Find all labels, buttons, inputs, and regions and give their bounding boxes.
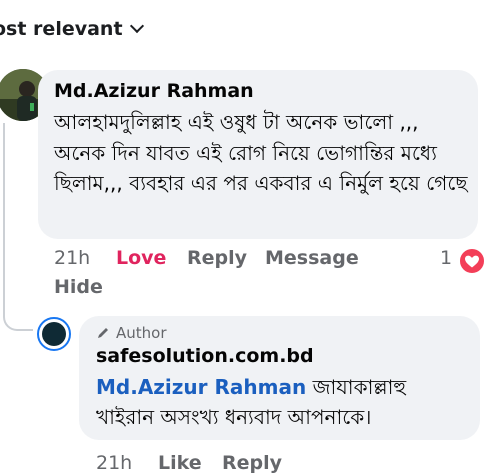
comment-author-name[interactable]: Md.Azizur Rahman [54,80,254,102]
avatar[interactable] [37,317,71,351]
reply-author-name[interactable]: safesolution.com.bd [96,345,314,367]
mention-link[interactable]: Md.Azizur Rahman [96,375,306,399]
hide-button[interactable]: Hide [54,276,103,298]
sort-dropdown[interactable]: ost relevant [0,18,144,40]
thread-connector-line [3,123,33,331]
comment-timestamp[interactable]: 21h [54,247,90,269]
author-badge-label: Author [116,324,167,342]
author-badge: Author [96,324,167,342]
sort-label: ost relevant [0,18,123,40]
reply-button[interactable]: Reply [187,247,247,269]
heart-icon[interactable] [458,247,486,275]
like-button[interactable]: Like [158,452,202,474]
message-button[interactable]: Message [265,247,359,269]
comment-text: আলহামদুলিল্লাহ এই ওষুধ টা অনেক ভালো ,,, … [54,110,468,195]
pencil-icon [98,328,108,338]
logo-icon [42,322,66,346]
reply-text: Md.Azizur Rahman জাযাকাল্লাহু খাইরান অসং… [96,372,466,432]
chevron-down-icon [129,18,144,34]
reply-reply-button[interactable]: Reply [222,452,282,474]
reply-timestamp[interactable]: 21h [96,452,132,474]
reaction-count[interactable]: 1 [440,247,452,269]
love-reaction-button[interactable]: Love [116,247,166,269]
